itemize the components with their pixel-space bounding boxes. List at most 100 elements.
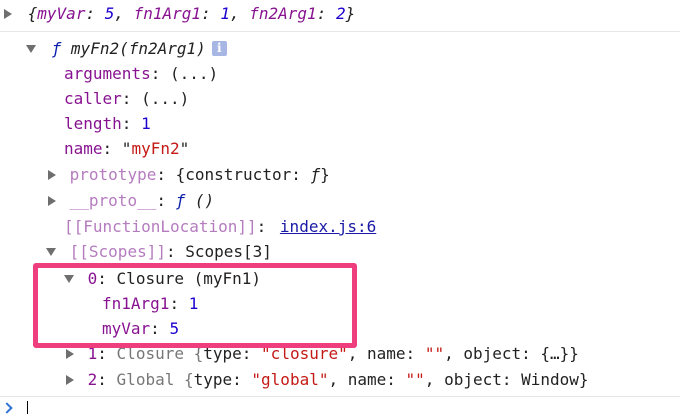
scope-child-row-fn1arg1: fn1Arg1: 1 — [102, 291, 198, 316]
property-row-proto[interactable]: __proto__: ƒ () — [48, 188, 214, 213]
property-row-length: length: 1 — [64, 111, 151, 136]
summary-value-fn1arg1: 1 — [220, 4, 230, 23]
brace-close: } — [345, 4, 356, 23]
inner-sep: : — [386, 370, 406, 389]
property-value[interactable]: (...) — [141, 89, 189, 108]
collapse-triangle-icon[interactable] — [64, 274, 74, 283]
console-input-caret[interactable] — [27, 401, 28, 414]
summary-sep: : — [85, 4, 105, 23]
inner-value: "closure" — [261, 344, 348, 363]
summary-comma: , — [229, 4, 250, 23]
inner-value: "" — [424, 344, 445, 363]
scope-row-0[interactable]: 0: Closure (myFn1) — [64, 266, 261, 291]
brace-close: } — [320, 165, 330, 184]
property-sep: : — [97, 370, 117, 389]
summary-object: {myVar: 5, fn1Arg1: 1, fn2Arg1: 2} — [28, 4, 356, 23]
expand-triangle-icon[interactable] — [66, 374, 74, 385]
property-row-arguments[interactable]: arguments: (...) — [64, 61, 218, 86]
inner-sep: : — [241, 344, 262, 363]
source-link[interactable]: index.js:6 — [280, 217, 376, 236]
prompt-chevron-icon — [1, 402, 13, 414]
quote-close: " — [179, 139, 190, 158]
summary-value-myvar: 5 — [104, 4, 115, 23]
property-key: fn1Arg1 — [102, 294, 170, 313]
console-message-separator — [0, 31, 680, 32]
console-prompt-separator — [0, 396, 680, 397]
property-value: myFn2 — [131, 139, 180, 158]
property-key: __proto__ — [69, 191, 157, 210]
summary-sep: : — [201, 4, 221, 23]
inner-value: "" — [405, 370, 425, 389]
inner-key: constructor — [185, 165, 292, 184]
function-keyword: ƒ — [51, 39, 62, 58]
info-icon[interactable]: i — [211, 41, 227, 56]
inner-sep: : — [405, 344, 425, 363]
scope-child-row-myvar: myVar: 5 — [102, 316, 179, 341]
inner-value: "global" — [251, 370, 329, 389]
inner-sep: : — [521, 344, 541, 363]
collapse-triangle-icon[interactable] — [46, 247, 56, 256]
inner-key: type — [193, 370, 233, 389]
scope-index: 0 — [87, 269, 98, 288]
property-key: arguments — [64, 64, 151, 83]
scope-row-2[interactable]: 2: Global {type: "global", name: "", obj… — [66, 367, 589, 392]
quote-open: " — [121, 139, 132, 158]
property-sep: : — [121, 89, 142, 108]
scope-prefix: Global { — [116, 370, 194, 389]
function-signature: myFn2(fn2Arg1) — [70, 39, 206, 58]
expand-triangle-icon[interactable] — [48, 195, 56, 206]
brace-open: { — [27, 4, 38, 23]
property-row-function-location: [[FunctionLocation]]: index.js:6 — [64, 214, 376, 239]
expand-triangle-icon[interactable] — [48, 169, 56, 180]
property-sep: : — [169, 294, 189, 313]
property-sep: : — [256, 217, 276, 236]
property-key: myVar — [102, 319, 151, 338]
inner-comma: , — [424, 370, 445, 389]
inner-value: ƒ — [310, 165, 321, 184]
summary-sep: : — [316, 4, 336, 23]
property-row-scopes[interactable]: [[Scopes]]: Scopes[3] — [46, 239, 272, 264]
inner-key: name — [367, 344, 406, 363]
summary-value-fn2arg1: 2 — [335, 4, 346, 23]
inner-key: name — [347, 370, 387, 389]
property-row-caller[interactable]: caller: (...) — [64, 86, 189, 111]
property-sep: : — [102, 139, 122, 158]
function-header-row[interactable]: ƒ myFn2(fn2Arg1) i — [26, 36, 227, 61]
property-value: 1 — [141, 114, 151, 133]
property-key: [[Scopes]] — [69, 242, 166, 261]
inner-key: type — [203, 344, 242, 363]
property-key: prototype — [69, 165, 157, 184]
property-key: caller — [64, 89, 122, 108]
inner-comma: , — [328, 370, 348, 389]
property-sep: : — [156, 165, 176, 184]
scope-index: 1 — [87, 344, 98, 363]
property-value: 1 — [188, 294, 199, 313]
inner-key: object — [444, 370, 502, 389]
property-value: () — [194, 191, 215, 210]
summary-object-row[interactable]: {myVar: 5, fn1Arg1: 1, fn2Arg1: 2} — [4, 1, 355, 26]
scope-row-1[interactable]: 1: Closure {type: "closure", name: "", o… — [66, 341, 579, 366]
inner-sep: : — [232, 370, 252, 389]
inner-sep: : — [291, 165, 311, 184]
collapse-triangle-icon[interactable] — [26, 44, 36, 53]
inner-sep: : — [501, 370, 522, 389]
property-key: [[FunctionLocation]] — [64, 217, 257, 236]
property-value[interactable]: (...) — [170, 64, 218, 83]
inner-value: Window} — [521, 370, 589, 389]
property-key: length — [64, 114, 122, 133]
summary-key-fn1arg1: fn1Arg1 — [133, 4, 202, 23]
function-keyword: ƒ — [175, 191, 186, 210]
property-sep: : — [150, 319, 170, 338]
expand-triangle-icon[interactable] — [4, 8, 12, 19]
summary-comma: , — [114, 4, 134, 23]
expand-triangle-icon[interactable] — [66, 348, 74, 359]
scope-prefix: Closure { — [116, 344, 204, 363]
property-sep: : — [165, 242, 186, 261]
property-sep: : — [97, 269, 117, 288]
property-sep: : — [150, 64, 170, 83]
brace-open: { — [175, 165, 186, 184]
summary-key-fn2arg1: fn2Arg1 — [249, 4, 317, 23]
summary-key-myvar: myVar — [37, 4, 86, 23]
property-row-prototype[interactable]: prototype: {constructor: ƒ} — [48, 162, 330, 187]
property-sep: : — [121, 114, 142, 133]
